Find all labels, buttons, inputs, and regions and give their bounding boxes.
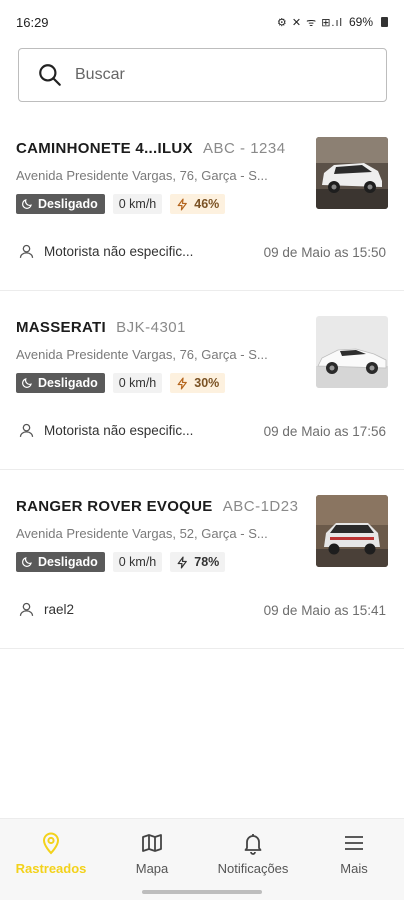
vehicle-address: Avenida Presidente Vargas, 76, Garça - S…	[16, 347, 268, 362]
vehicle-card[interactable]: RANGER ROVER EVOQUE ABC-1D23 Avenida Pre…	[0, 470, 404, 649]
vehicle-chips: Desligado 0 km/h 46%	[16, 194, 226, 214]
battery-badge: 46%	[170, 194, 226, 214]
status-badge: Desligado	[16, 552, 105, 572]
user-icon	[19, 602, 34, 616]
moon-icon	[22, 199, 32, 209]
vehicle-title: CAMINHONETE 4...ILUX ABC - 1234	[16, 140, 286, 157]
bolt-icon	[177, 376, 188, 390]
status-bar: 16:29 ⚙ ✕ ᯤ ⊞.ıl 69%	[0, 0, 404, 44]
user-icon	[19, 423, 34, 437]
vehicle-title: RANGER ROVER EVOQUE ABC-1D23	[16, 498, 298, 515]
last-update-time: 09 de Maio as 15:50	[263, 245, 386, 260]
bolt-icon	[177, 555, 188, 569]
moon-icon	[22, 557, 32, 567]
status-badge: Desligado	[16, 373, 105, 393]
white-suv-rear-photo-icon	[316, 495, 388, 567]
user-icon	[19, 244, 34, 258]
vehicle-address: Avenida Presidente Vargas, 52, Garça - S…	[16, 526, 268, 541]
last-update-time: 09 de Maio as 15:41	[263, 603, 386, 618]
driver-info: Motorista não especific...	[18, 243, 193, 260]
vehicle-list: CAMINHONETE 4...ILUX ABC - 1234 Avenida …	[0, 112, 404, 649]
white-suv-photo-icon	[316, 137, 388, 209]
search-bar[interactable]	[18, 48, 387, 102]
menu-icon	[345, 836, 363, 850]
status-label: Desligado	[38, 555, 98, 569]
driver-name: Motorista não especific...	[44, 244, 194, 259]
vehicle-card[interactable]: MASSERATI BJK-4301 Avenida Presidente Va…	[0, 291, 404, 470]
battery-badge: 78%	[170, 552, 226, 572]
vehicle-plate: BJK-4301	[116, 319, 186, 336]
battery-value: 30%	[194, 376, 220, 390]
battery-percent: 69%	[348, 15, 373, 29]
nav-item-mapa[interactable]: Mapa	[102, 831, 202, 876]
battery-value: 46%	[194, 197, 220, 211]
system-icons: ⚙ ✕ ᯤ ⊞.ıl	[276, 16, 343, 29]
nav-label: Notificações	[217, 861, 289, 876]
speed-badge: 0 km/h	[112, 373, 163, 393]
bell-icon	[244, 834, 262, 855]
nav-item-rastreados[interactable]: Rastreados	[1, 831, 101, 876]
home-indicator[interactable]	[142, 890, 262, 894]
nav-item-notificacoes[interactable]: Notificações	[203, 831, 303, 876]
nav-item-mais[interactable]: Mais	[304, 831, 404, 876]
bottom-navigation: Rastreados Mapa Notificações Mais	[0, 818, 404, 900]
battery-value: 78%	[194, 555, 220, 569]
map-pin-icon	[42, 832, 60, 855]
moon-icon	[22, 378, 32, 388]
vehicle-card[interactable]: CAMINHONETE 4...ILUX ABC - 1234 Avenida …	[0, 112, 404, 291]
white-sports-car-photo-icon	[316, 316, 388, 388]
vehicle-chips: Desligado 0 km/h 78%	[16, 552, 226, 572]
driver-info: rael2	[18, 601, 74, 618]
vehicle-photo	[316, 137, 388, 209]
search-input[interactable]	[75, 66, 355, 84]
nav-label: Rastreados	[15, 861, 87, 876]
vehicle-title: MASSERATI BJK-4301	[16, 319, 186, 336]
vehicle-name: CAMINHONETE 4...ILUX	[16, 140, 193, 157]
vehicle-photo	[316, 495, 388, 567]
vehicle-chips: Desligado 0 km/h 30%	[16, 373, 226, 393]
status-label: Desligado	[38, 376, 98, 390]
nav-label: Mapa	[135, 861, 169, 876]
map-icon	[142, 834, 162, 852]
driver-name: Motorista não especific...	[44, 423, 194, 438]
status-time: 16:29	[16, 14, 49, 30]
vehicle-address: Avenida Presidente Vargas, 76, Garça - S…	[16, 168, 268, 183]
driver-info: Motorista não especific...	[18, 422, 193, 439]
vehicle-name: RANGER ROVER EVOQUE	[16, 498, 213, 515]
battery-badge: 30%	[170, 373, 226, 393]
bolt-icon	[177, 197, 188, 211]
vehicle-name: MASSERATI	[16, 319, 106, 336]
battery-icon	[381, 17, 388, 27]
driver-name: rael2	[44, 602, 75, 617]
last-update-time: 09 de Maio as 17:56	[263, 424, 386, 439]
speed-badge: 0 km/h	[112, 194, 163, 214]
nav-label: Mais	[340, 861, 368, 876]
vehicle-plate: ABC-1D23	[222, 498, 299, 515]
vehicle-photo	[316, 316, 388, 388]
status-label: Desligado	[38, 197, 98, 211]
speed-badge: 0 km/h	[112, 552, 163, 572]
status-badge: Desligado	[16, 194, 105, 214]
status-icons: ⚙ ✕ ᯤ ⊞.ıl 69%	[277, 15, 388, 30]
search-icon	[39, 64, 61, 86]
vehicle-plate: ABC - 1234	[203, 140, 286, 157]
